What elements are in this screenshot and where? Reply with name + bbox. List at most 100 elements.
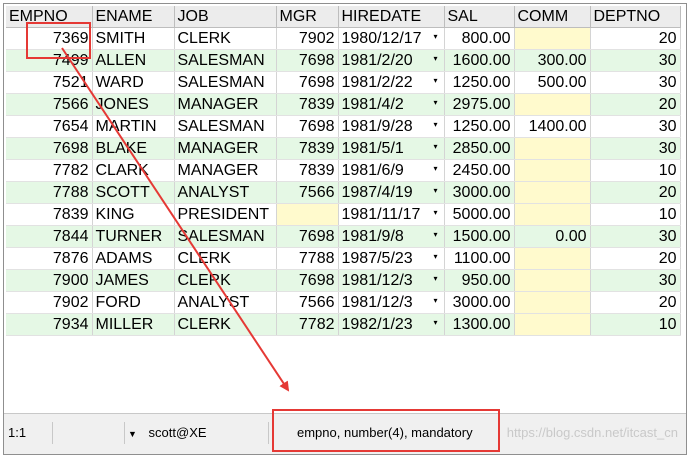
- cell-sal[interactable]: 3000.00: [444, 181, 515, 204]
- cell-sal[interactable]: 800.00: [444, 27, 515, 50]
- date-dropdown-icon[interactable]: ▾: [433, 296, 437, 305]
- table-row[interactable]: 7839 KING PRESIDENT 1981/11/17 ▾ 5000.00 10: [6, 203, 681, 226]
- table-row[interactable]: 7782 CLARK MANAGER 7839 1981/6/9 ▾ 2450.00 10: [6, 159, 681, 182]
- cell-job[interactable]: ANALYST: [174, 291, 277, 314]
- cell-comm[interactable]: 0.00: [514, 225, 591, 248]
- cell-job[interactable]: CLERK: [174, 247, 277, 270]
- cell-sal[interactable]: 2850.00: [444, 137, 515, 160]
- cell-job[interactable]: MANAGER: [174, 93, 277, 116]
- column-header-ename[interactable]: ENAME: [92, 6, 175, 28]
- date-dropdown-icon[interactable]: ▾: [433, 186, 437, 195]
- cell-job[interactable]: SALESMAN: [174, 225, 277, 248]
- cell-deptno[interactable]: 30: [590, 269, 681, 292]
- cell-job[interactable]: CLERK: [174, 313, 277, 336]
- cell-deptno[interactable]: 20: [590, 27, 681, 50]
- cell-sal[interactable]: 1600.00: [444, 49, 515, 72]
- cell-job[interactable]: CLERK: [174, 269, 277, 292]
- table-row[interactable]: 7844 TURNER SALESMAN 7698 1981/9/8 ▾ 1500.00 0.…: [6, 225, 681, 248]
- cell-job[interactable]: PRESIDENT: [174, 203, 277, 226]
- cell-empno[interactable]: 7654: [6, 115, 93, 138]
- cell-sal[interactable]: 1500.00: [444, 225, 515, 248]
- cell-comm[interactable]: 1400.00: [514, 115, 591, 138]
- cell-sal[interactable]: 2450.00: [444, 159, 515, 182]
- cell-comm[interactable]: [514, 181, 591, 204]
- cell-mgr[interactable]: 7698: [276, 269, 339, 292]
- cell-empno[interactable]: 7499: [6, 49, 93, 72]
- cell-job[interactable]: SALESMAN: [174, 115, 277, 138]
- table-row[interactable]: 7788 SCOTT ANALYST 7566 1987/4/19 ▾ 3000.00 20: [6, 181, 681, 204]
- cell-comm[interactable]: [514, 247, 591, 270]
- cell-comm[interactable]: 300.00: [514, 49, 591, 72]
- table-row[interactable]: 7521 WARD SALESMAN 7698 1981/2/22 ▾ 1250.00 500…: [6, 71, 681, 94]
- cell-comm[interactable]: [514, 291, 591, 314]
- cell-job[interactable]: ANALYST: [174, 181, 277, 204]
- cell-hiredate[interactable]: 1981/2/22 ▾: [338, 71, 445, 94]
- cell-comm[interactable]: [514, 203, 591, 226]
- date-dropdown-icon[interactable]: ▾: [433, 98, 437, 107]
- cell-comm[interactable]: [514, 93, 591, 116]
- table-row[interactable]: 7499 ALLEN SALESMAN 7698 1981/2/20 ▾ 1600.00 30…: [6, 49, 681, 72]
- date-dropdown-icon[interactable]: ▾: [433, 142, 437, 151]
- table-row[interactable]: 7900 JAMES CLERK 7698 1981/12/3 ▾ 950.00 30: [6, 269, 681, 292]
- cell-ename[interactable]: SMITH: [92, 27, 175, 50]
- cell-mgr[interactable]: 7698: [276, 115, 339, 138]
- cell-ename[interactable]: ADAMS: [92, 247, 175, 270]
- cell-deptno[interactable]: 30: [590, 49, 681, 72]
- cell-deptno[interactable]: 20: [590, 93, 681, 116]
- connection-selector[interactable]: ▼ scott@XE: [128, 422, 269, 444]
- cell-comm[interactable]: [514, 269, 591, 292]
- cell-ename[interactable]: FORD: [92, 291, 175, 314]
- date-dropdown-icon[interactable]: ▾: [433, 230, 437, 239]
- date-dropdown-icon[interactable]: ▾: [433, 120, 437, 129]
- cell-hiredate[interactable]: 1981/12/3 ▾: [338, 269, 445, 292]
- column-header-mgr[interactable]: MGR: [276, 6, 339, 28]
- cell-deptno[interactable]: 20: [590, 247, 681, 270]
- cell-sal[interactable]: 950.00: [444, 269, 515, 292]
- cell-mgr[interactable]: 7698: [276, 225, 339, 248]
- table-row[interactable]: 7654 MARTIN SALESMAN 7698 1981/9/28 ▾ 1250.00 1…: [6, 115, 681, 138]
- cell-hiredate[interactable]: 1981/12/3 ▾: [338, 291, 445, 314]
- table-row[interactable]: 7566 JONES MANAGER 7839 1981/4/2 ▾ 2975.00 20: [6, 93, 681, 116]
- table-row[interactable]: 7902 FORD ANALYST 7566 1981/12/3 ▾ 3000.00 20: [6, 291, 681, 314]
- cell-empno[interactable]: 7934: [6, 313, 93, 336]
- column-header-sal[interactable]: SAL: [444, 6, 515, 28]
- date-dropdown-icon[interactable]: ▾: [433, 164, 437, 173]
- cell-empno[interactable]: 7369: [6, 27, 93, 50]
- cell-job[interactable]: CLERK: [174, 27, 277, 50]
- cell-hiredate[interactable]: 1981/9/28 ▾: [338, 115, 445, 138]
- cell-ename[interactable]: JAMES: [92, 269, 175, 292]
- cell-deptno[interactable]: 30: [590, 71, 681, 94]
- cell-hiredate[interactable]: 1981/9/8 ▾: [338, 225, 445, 248]
- cell-ename[interactable]: KING: [92, 203, 175, 226]
- cell-hiredate[interactable]: 1987/5/23 ▾: [338, 247, 445, 270]
- cell-mgr[interactable]: [276, 203, 339, 226]
- cell-comm[interactable]: 500.00: [514, 71, 591, 94]
- cell-hiredate[interactable]: 1981/11/17 ▾: [338, 203, 445, 226]
- cell-sal[interactable]: 1250.00: [444, 71, 515, 94]
- table-row[interactable]: 7369 SMITH CLERK 7902 1980/12/17 ▾ 800.00 20: [6, 27, 681, 50]
- cell-deptno[interactable]: 30: [590, 225, 681, 248]
- cell-hiredate[interactable]: 1982/1/23 ▾: [338, 313, 445, 336]
- cell-mgr[interactable]: 7839: [276, 137, 339, 160]
- cell-mgr[interactable]: 7566: [276, 181, 339, 204]
- date-dropdown-icon[interactable]: ▾: [433, 252, 437, 261]
- date-dropdown-icon[interactable]: ▾: [433, 208, 437, 217]
- cell-deptno[interactable]: 30: [590, 115, 681, 138]
- cell-sal[interactable]: 3000.00: [444, 291, 515, 314]
- cell-empno[interactable]: 7844: [6, 225, 93, 248]
- cell-mgr[interactable]: 7782: [276, 313, 339, 336]
- table-row[interactable]: 7876 ADAMS CLERK 7788 1987/5/23 ▾ 1100.00 20: [6, 247, 681, 270]
- cell-empno[interactable]: 7782: [6, 159, 93, 182]
- column-header-hiredate[interactable]: HIREDATE: [338, 6, 445, 28]
- cell-comm[interactable]: [514, 313, 591, 336]
- cell-deptno[interactable]: 10: [590, 203, 681, 226]
- cell-ename[interactable]: BLAKE: [92, 137, 175, 160]
- cell-hiredate[interactable]: 1987/4/19 ▾: [338, 181, 445, 204]
- cell-empno[interactable]: 7902: [6, 291, 93, 314]
- column-header-empno[interactable]: EMPNO: [6, 6, 93, 28]
- cell-ename[interactable]: MILLER: [92, 313, 175, 336]
- cell-mgr[interactable]: 7788: [276, 247, 339, 270]
- cell-mgr[interactable]: 7698: [276, 71, 339, 94]
- cell-job[interactable]: MANAGER: [174, 137, 277, 160]
- cell-hiredate[interactable]: 1980/12/17 ▾: [338, 27, 445, 50]
